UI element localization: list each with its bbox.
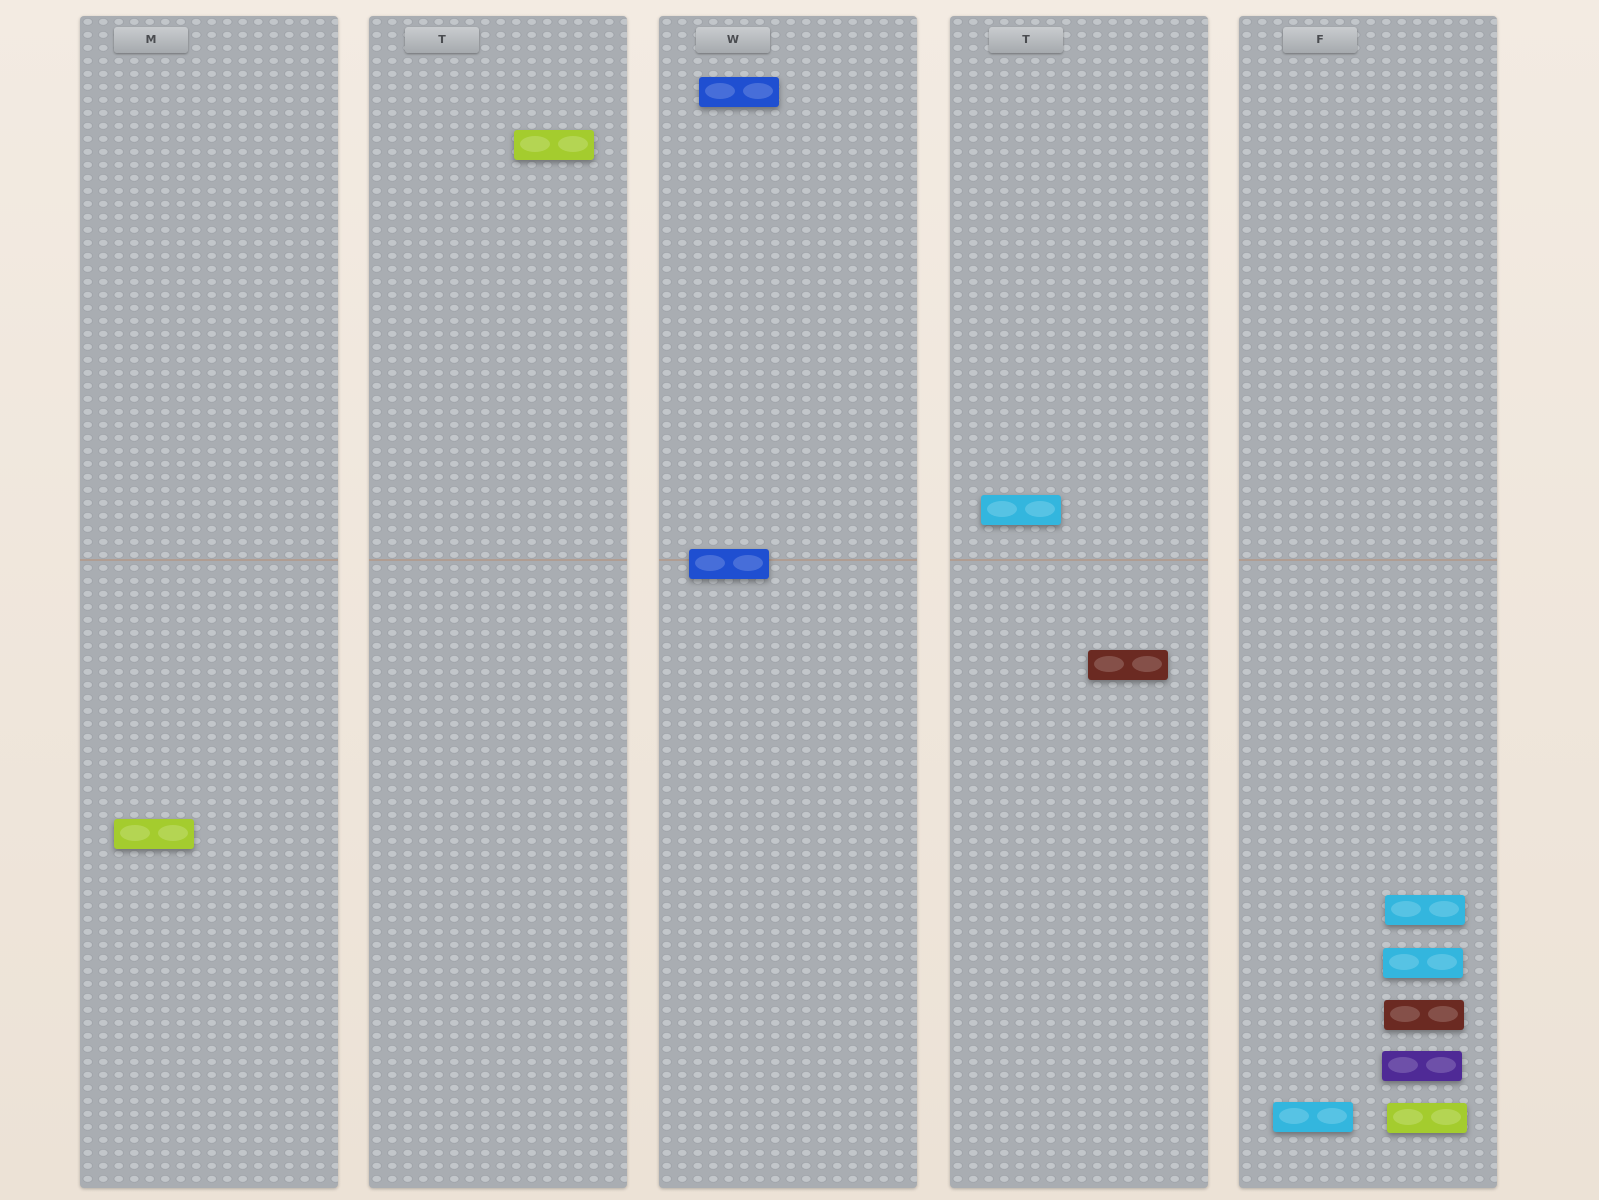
baseplate-seam — [369, 559, 627, 561]
brick-cyan[interactable] — [1273, 1102, 1353, 1132]
brick-cyan[interactable] — [981, 495, 1061, 525]
brick-blue[interactable] — [699, 77, 779, 107]
day-tag-mon: M — [114, 27, 188, 53]
brick-lime[interactable] — [1387, 1103, 1467, 1133]
day-column-tue: T — [369, 16, 627, 1188]
day-column-mon: M — [80, 16, 338, 1188]
day-column-thu: T — [950, 16, 1208, 1188]
baseplate-seam — [1239, 559, 1497, 561]
wall-background: M T W T F — [0, 0, 1599, 1200]
brick-brown[interactable] — [1384, 1000, 1464, 1030]
day-tag-fri: F — [1283, 27, 1357, 53]
day-tag-wed: W — [696, 27, 770, 53]
day-column-wed: W — [659, 16, 917, 1188]
brick-lime[interactable] — [514, 130, 594, 160]
brick-cyan[interactable] — [1385, 895, 1465, 925]
brick-blue[interactable] — [689, 549, 769, 579]
brick-purple[interactable] — [1382, 1051, 1462, 1081]
brick-lime[interactable] — [114, 819, 194, 849]
day-tag-tue: T — [405, 27, 479, 53]
day-tag-thu: T — [989, 27, 1063, 53]
brick-cyan[interactable] — [1383, 948, 1463, 978]
baseplate-seam — [950, 559, 1208, 561]
baseplate-seam — [80, 559, 338, 561]
brick-brown[interactable] — [1088, 650, 1168, 680]
day-column-fri: F — [1239, 16, 1497, 1188]
